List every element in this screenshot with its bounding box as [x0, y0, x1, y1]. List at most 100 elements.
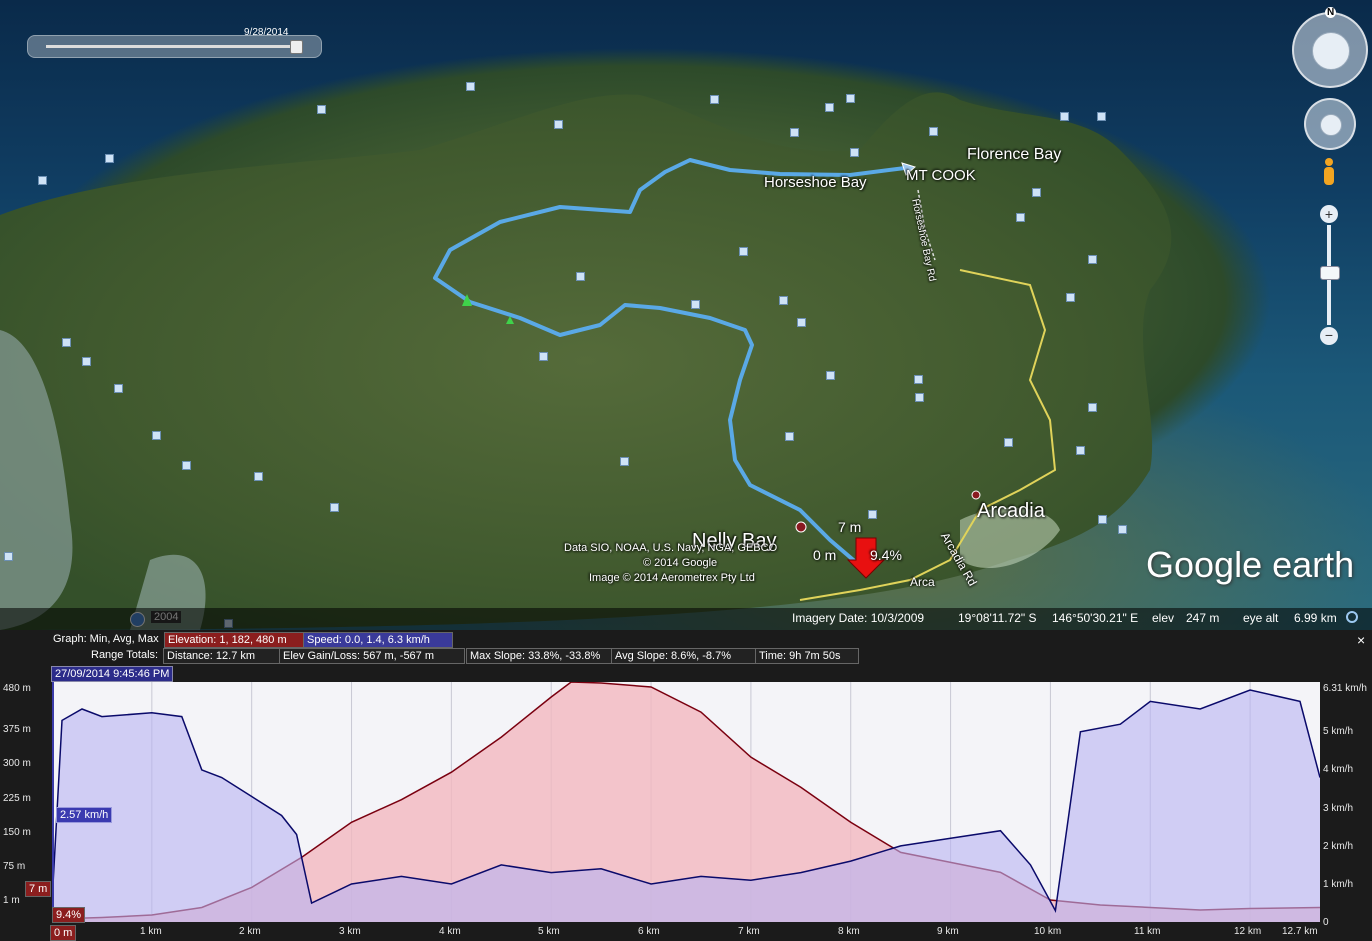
photo-pin-icon[interactable]: [38, 176, 47, 185]
y-left-tick: 75 m: [3, 861, 26, 872]
photo-pin-icon[interactable]: [691, 300, 700, 309]
elevation-speed-chart[interactable]: [52, 682, 1320, 922]
photo-pin-icon[interactable]: [1004, 438, 1013, 447]
photo-pin-icon[interactable]: [152, 431, 161, 440]
photo-pin-icon[interactable]: [4, 552, 13, 561]
photo-pin-icon[interactable]: [1088, 403, 1097, 412]
zoom-in-button[interactable]: +: [1320, 205, 1338, 223]
elevation-stats-button[interactable]: Elevation: 1, 182, 480 m: [164, 632, 306, 648]
photo-pin-icon[interactable]: [1118, 525, 1127, 534]
photo-pin-icon[interactable]: [1097, 112, 1106, 121]
photo-pin-icon[interactable]: [868, 510, 877, 519]
place-label-arcadia[interactable]: Arcadia: [977, 500, 1045, 523]
slider-track[interactable]: [46, 45, 301, 48]
zoom-handle[interactable]: [1320, 266, 1340, 280]
photo-pin-icon[interactable]: [915, 393, 924, 402]
photo-pin-icon[interactable]: [1066, 293, 1075, 302]
status-bar: Imagery Date: 10/3/2009 19°08'11.72" S 1…: [0, 608, 1372, 630]
photo-pin-icon[interactable]: [317, 105, 326, 114]
photo-pin-icon[interactable]: [826, 371, 835, 380]
photo-pin-icon[interactable]: [785, 432, 794, 441]
cursor-timestamp: 27/09/2014 9:45:46 PM: [51, 666, 174, 682]
photo-pin-icon[interactable]: [825, 103, 834, 112]
zoom-slider[interactable]: + −: [1320, 205, 1340, 347]
zoom-out-button[interactable]: −: [1320, 327, 1338, 345]
range-totals-label: Range Totals:: [91, 649, 159, 661]
gain-loss-stat: Elev Gain/Loss: 567 m, -567 m: [279, 648, 465, 664]
photo-pin-icon[interactable]: [929, 127, 938, 136]
attribution-copyright: © 2014 Google: [643, 557, 718, 569]
y-right-tick: 3 km/h: [1323, 803, 1354, 814]
avg-slope-stat: Avg Slope: 8.6%, -8.7%: [611, 648, 757, 664]
x-tick: 9 km: [937, 926, 959, 937]
slope-callout: 9.4%: [52, 907, 86, 923]
historical-imagery-slider[interactable]: [27, 35, 322, 58]
photo-pin-icon[interactable]: [105, 154, 114, 163]
speed-stats-button[interactable]: Speed: 0.0, 1.4, 6.3 km/h: [303, 632, 453, 648]
x-tick: 12 km: [1234, 926, 1262, 937]
photo-pin-icon[interactable]: [1016, 213, 1025, 222]
y-right-tick: 4 km/h: [1323, 764, 1354, 775]
max-slope-stat: Max Slope: 33.8%, -33.8%: [466, 648, 612, 664]
photo-pin-icon[interactable]: [114, 384, 123, 393]
photo-pin-icon[interactable]: [539, 352, 548, 361]
speed-callout: 2.57 km/h: [56, 807, 113, 823]
elevation-callout: 7 m: [25, 881, 52, 897]
place-marker-icon[interactable]: [971, 490, 981, 500]
street-view-pegman-icon[interactable]: [1322, 158, 1336, 192]
eye-icon[interactable]: [1312, 32, 1350, 70]
marker-zero-readout: 0 m: [813, 547, 837, 563]
photo-pin-icon[interactable]: [1060, 112, 1069, 121]
photo-pin-icon[interactable]: [1076, 446, 1085, 455]
photo-pin-icon[interactable]: [1032, 188, 1041, 197]
photo-pin-icon[interactable]: [846, 94, 855, 103]
hand-icon[interactable]: [1320, 114, 1342, 136]
photo-pin-icon[interactable]: [576, 272, 585, 281]
y-left-tick: 480 m: [3, 683, 31, 694]
y-right-tick: 1 km/h: [1323, 879, 1354, 890]
photo-pin-icon[interactable]: [850, 148, 859, 157]
distance-start-callout: 0 m: [50, 925, 77, 941]
latitude-readout: 19°08'11.72" S: [958, 611, 1037, 625]
photo-pin-icon[interactable]: [790, 128, 799, 137]
close-profile-button[interactable]: ×: [1357, 632, 1365, 648]
photo-pin-icon[interactable]: [779, 296, 788, 305]
photo-pin-icon[interactable]: [82, 357, 91, 366]
look-control[interactable]: [1292, 12, 1368, 88]
time-slider-date: 9/28/2014: [244, 27, 289, 38]
y-right-tick: 5 km/h: [1323, 726, 1354, 737]
place-label-mt-cook[interactable]: MT COOK: [906, 167, 976, 184]
place-label-florence-bay[interactable]: Florence Bay: [967, 146, 1061, 164]
place-label-horseshoe-bay[interactable]: Horseshoe Bay: [764, 174, 867, 191]
photo-pin-icon[interactable]: [330, 503, 339, 512]
slider-handle[interactable]: [290, 40, 303, 54]
imagery-date: Imagery Date: 10/3/2009: [792, 611, 925, 625]
photo-pin-icon[interactable]: [620, 457, 629, 466]
time-stat: Time: 9h 7m 50s: [755, 648, 859, 664]
photo-pin-icon[interactable]: [739, 247, 748, 256]
x-tick: 4 km: [439, 926, 461, 937]
x-tick: 1 km: [140, 926, 162, 937]
photo-pin-icon[interactable]: [914, 375, 923, 384]
x-tick: 6 km: [638, 926, 660, 937]
photo-pin-icon[interactable]: [710, 95, 719, 104]
photo-pin-icon[interactable]: [554, 120, 563, 129]
graph-label: Graph: Min, Avg, Max: [53, 633, 159, 645]
photo-pin-icon[interactable]: [797, 318, 806, 327]
photo-pin-icon[interactable]: [182, 461, 191, 470]
attribution-imagery: Image © 2014 Aerometrex Pty Ltd: [589, 572, 755, 584]
x-tick: 8 km: [838, 926, 860, 937]
photo-pin-icon[interactable]: [62, 338, 71, 347]
photo-pin-icon[interactable]: [466, 82, 475, 91]
photo-pin-icon[interactable]: [254, 472, 263, 481]
place-marker-icon[interactable]: [795, 521, 807, 533]
y-right-tick: 2 km/h: [1323, 841, 1354, 852]
elevation-profile-panel: Graph: Min, Avg, Max Elevation: 1, 182, …: [0, 630, 1372, 941]
photo-pin-icon[interactable]: [1088, 255, 1097, 264]
distance-stat: Distance: 12.7 km: [163, 648, 281, 664]
y-left-tick: 225 m: [3, 793, 31, 804]
move-control[interactable]: [1304, 98, 1356, 150]
photo-pin-icon[interactable]: [1098, 515, 1107, 524]
earth-map-view[interactable]: Florence Bay MT COOK Horseshoe Bay Nelly…: [0, 0, 1372, 630]
x-tick: 10 km: [1034, 926, 1062, 937]
